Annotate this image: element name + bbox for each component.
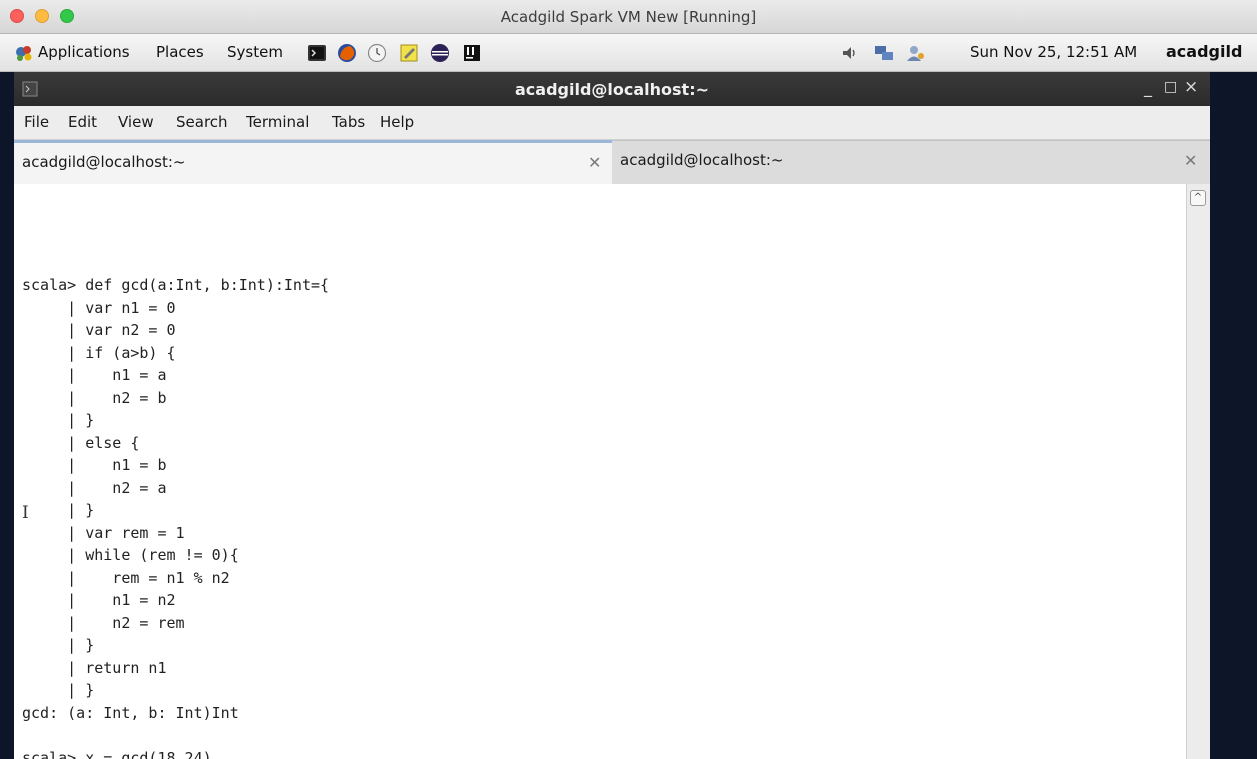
terminal-line: | n2 = b xyxy=(22,388,167,407)
terminal-line: scala> x = gcd(18,24) xyxy=(22,748,212,759)
places-menu[interactable]: Places xyxy=(156,43,204,61)
terminal-line: | n2 = rem xyxy=(22,613,185,632)
vm-window-title: Acadgild Spark VM New [Running] xyxy=(500,8,757,26)
terminal-output[interactable]: scala> def gcd(a:Int, b:Int):Int={ | var… xyxy=(14,184,1186,759)
panel-clock[interactable]: Sun Nov 25, 12:51 AM xyxy=(970,43,1137,61)
terminal-line: | } xyxy=(22,501,95,519)
clock-icon[interactable] xyxy=(367,43,387,63)
tab-terminal-1[interactable]: acadgild@localhost:~ ✕ xyxy=(14,140,612,184)
scroll-up-icon[interactable]: ^ xyxy=(1190,190,1206,206)
tab-close-icon[interactable]: ✕ xyxy=(588,153,601,172)
terminal-line: | n2 = a xyxy=(22,478,167,497)
user-switch-icon[interactable] xyxy=(906,43,926,63)
applications-menu[interactable]: Applications xyxy=(38,43,130,61)
terminal-window: acadgild@localhost:~ _ □ × File Edit Vie… xyxy=(14,72,1210,759)
maximize-icon[interactable]: □ xyxy=(1164,79,1177,95)
network-icon[interactable] xyxy=(874,43,894,63)
terminal-line: | var rem = 1 xyxy=(22,523,185,542)
terminal-line: | n1 = b xyxy=(22,456,167,474)
terminal-line: | if (a>b) { xyxy=(22,343,176,362)
panel-username[interactable]: acadgild xyxy=(1166,42,1242,61)
text-cursor-icon: I xyxy=(22,503,29,523)
terminal-line: | } xyxy=(22,636,95,654)
text-editor-icon[interactable] xyxy=(399,43,419,63)
system-menu[interactable]: System xyxy=(227,43,283,61)
terminal-line: | } xyxy=(22,411,95,429)
terminal-line: | return n1 xyxy=(22,658,167,677)
gnome-top-panel: Applications Places System Sun Nov 25, 1… xyxy=(0,34,1257,72)
minimize-icon[interactable]: _ xyxy=(1144,78,1152,97)
menu-edit[interactable]: Edit xyxy=(68,113,97,131)
terminal-line: | n1 = a xyxy=(22,366,167,384)
tab-terminal-2[interactable]: acadgild@localhost:~ ✕ xyxy=(612,140,1210,184)
menu-help[interactable]: Help xyxy=(380,113,414,131)
terminal-line: scala> def gcd(a:Int, b:Int):Int={ xyxy=(22,276,330,294)
firefox-icon[interactable] xyxy=(337,43,357,63)
tab-label: acadgild@localhost:~ xyxy=(620,151,784,169)
tab-close-icon[interactable]: ✕ xyxy=(1184,151,1197,170)
terminal-titlebar[interactable]: acadgild@localhost:~ _ □ × xyxy=(14,72,1210,106)
menu-view[interactable]: View xyxy=(118,113,154,131)
terminal-line: | while (rem != 0){ xyxy=(22,546,239,564)
menu-terminal[interactable]: Terminal xyxy=(246,113,309,131)
tab-label: acadgild@localhost:~ xyxy=(22,153,186,171)
terminal-line: | else { xyxy=(22,433,140,452)
terminal-line: | var n2 = 0 xyxy=(22,321,176,339)
terminal-scrollbar[interactable]: ^ xyxy=(1186,184,1210,759)
terminal-icon[interactable] xyxy=(307,43,327,63)
terminal-text: scala> def gcd(a:Int, b:Int):Int={ | var… xyxy=(22,274,329,759)
menu-search[interactable]: Search xyxy=(176,113,228,131)
terminal-line: | n1 = n2 xyxy=(22,591,176,609)
terminal-tabbar: acadgild@localhost:~ ✕ acadgild@localhos… xyxy=(14,140,1210,184)
terminal-line: | var n1 = 0 xyxy=(22,298,176,317)
terminal-line: | } xyxy=(22,681,95,699)
eclipse-icon[interactable] xyxy=(430,43,450,63)
terminal-line: gcd: (a: Int, b: Int)Int xyxy=(22,703,239,722)
gnome-foot-icon xyxy=(16,46,32,61)
close-icon[interactable]: × xyxy=(1184,77,1198,97)
vm-window-titlebar: Acadgild Spark VM New [Running] xyxy=(0,0,1257,34)
terminal-menubar: File Edit View Search Terminal Tabs Help xyxy=(14,106,1210,140)
volume-icon[interactable] xyxy=(840,43,860,63)
terminal-line: | rem = n1 % n2 xyxy=(22,568,230,587)
menu-file[interactable]: File xyxy=(24,113,49,131)
intellij-icon[interactable] xyxy=(462,43,482,63)
menu-tabs[interactable]: Tabs xyxy=(332,113,365,131)
terminal-window-title: acadgild@localhost:~ xyxy=(514,80,709,99)
